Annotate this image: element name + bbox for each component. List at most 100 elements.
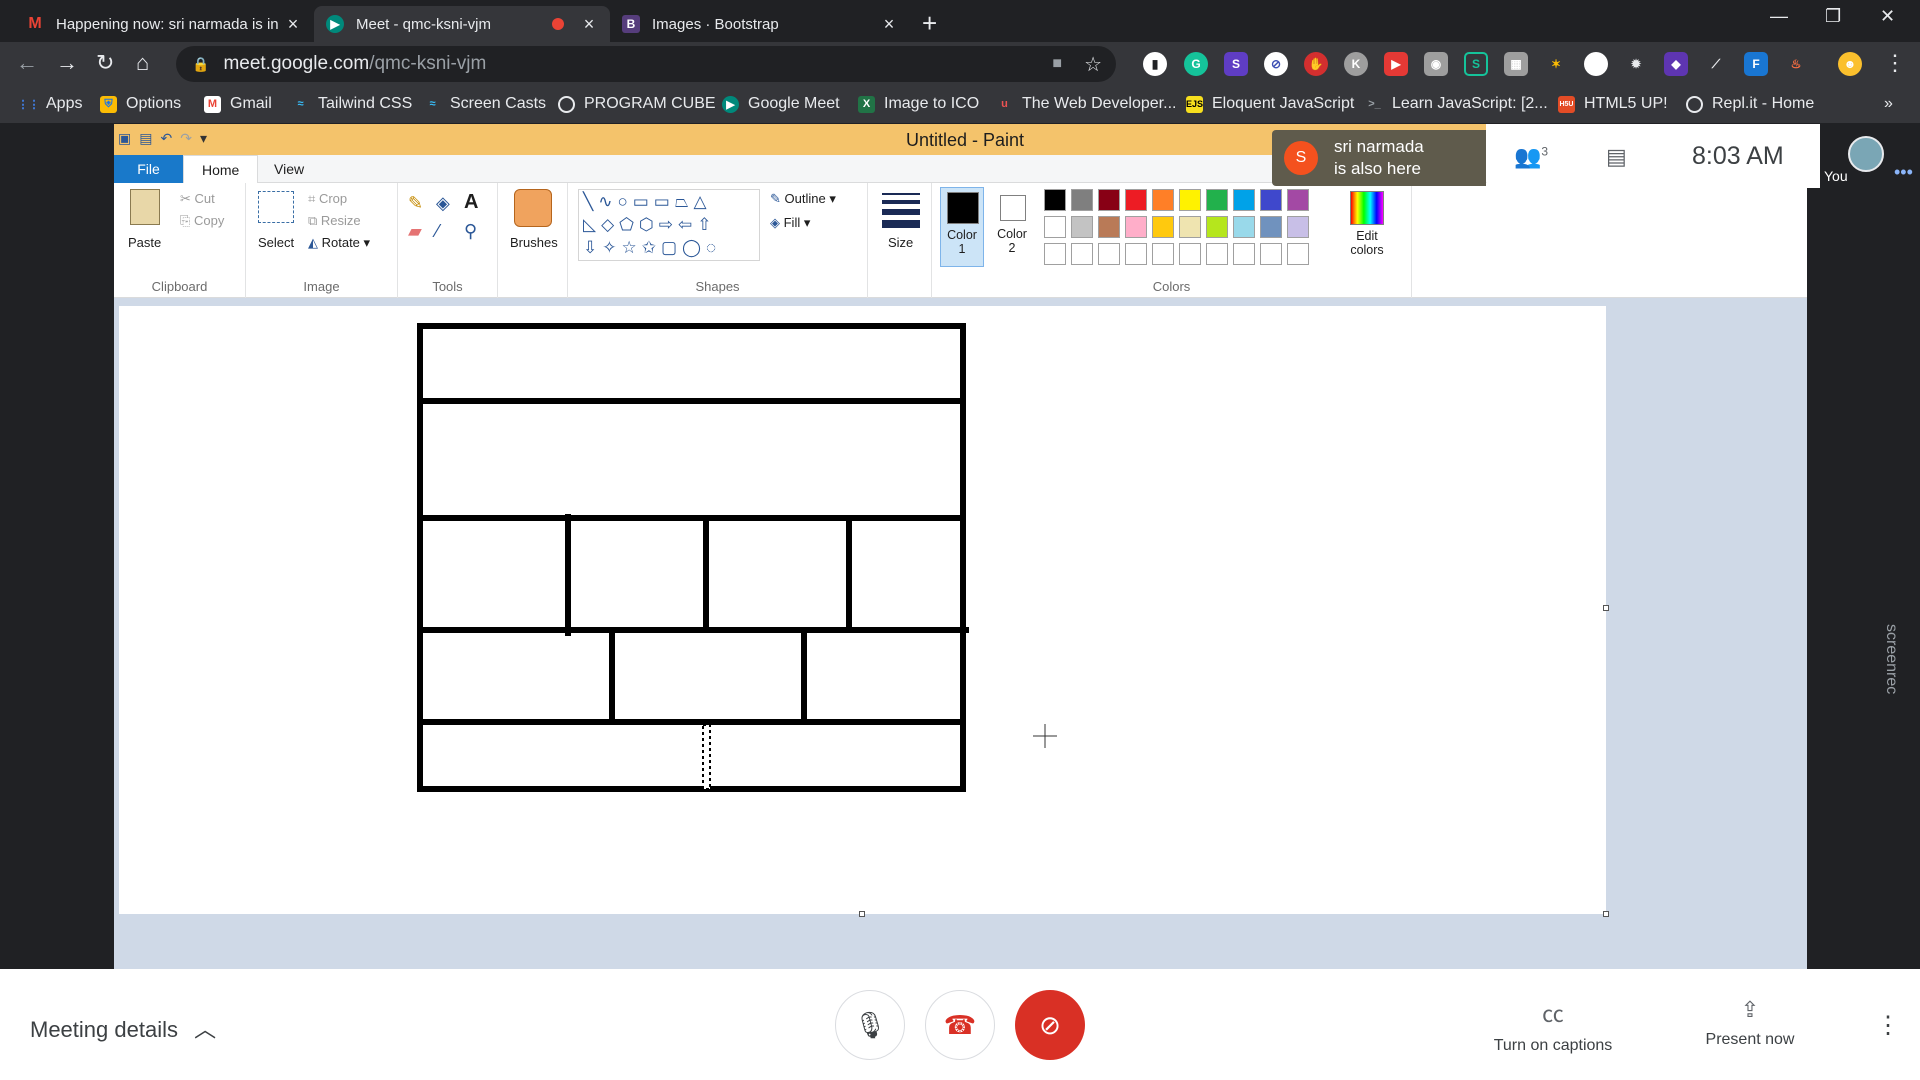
more-options-icon[interactable]: •••	[1894, 162, 1913, 183]
bookmark-gmail[interactable]: M Gmail	[204, 95, 272, 113]
custom-color-slot[interactable]	[1044, 243, 1066, 265]
color-picker-icon[interactable]: ⁄	[436, 221, 439, 242]
color-swatch[interactable]	[1125, 189, 1147, 211]
extension-icon[interactable]: ▶	[1384, 52, 1408, 76]
bookmark-learn-js[interactable]: >_ Learn JavaScript: [2...	[1366, 95, 1547, 113]
customize-qat-icon[interactable]: ▾	[200, 130, 207, 147]
chat-icon[interactable]: ▤	[1606, 144, 1627, 170]
bookmark-apps[interactable]: ⋮⋮ Apps	[18, 95, 83, 113]
custom-color-slot[interactable]	[1179, 243, 1201, 265]
adblock-icon[interactable]: ✋	[1304, 52, 1328, 76]
eraser-icon[interactable]: ▰	[408, 221, 422, 242]
extension-icon[interactable]: ▮	[1143, 52, 1167, 76]
select-button[interactable]: Select	[258, 235, 294, 250]
extension-icon[interactable]: ✶	[1544, 52, 1568, 76]
extension-icon[interactable]: ◆	[1664, 52, 1688, 76]
custom-color-slot[interactable]	[1287, 243, 1309, 265]
grammarly-icon[interactable]: G	[1184, 52, 1208, 76]
color-swatch[interactable]	[1098, 216, 1120, 238]
block-icon[interactable]: ⊘	[1264, 52, 1288, 76]
color-swatch[interactable]	[1206, 216, 1228, 238]
color-swatch[interactable]	[1287, 216, 1309, 238]
close-icon[interactable]: ×	[580, 14, 598, 35]
extension-icon[interactable]: S	[1464, 52, 1488, 76]
resize-handle-right[interactable]	[1603, 605, 1609, 611]
reload-icon[interactable]: ↻	[96, 50, 114, 76]
save-icon[interactable]: ▤	[139, 130, 152, 147]
extension-icon[interactable]: S	[1224, 52, 1248, 76]
custom-color-slot[interactable]	[1260, 243, 1282, 265]
edit-colors-button[interactable]: Edit colors	[1342, 187, 1392, 267]
color-swatch[interactable]	[1179, 216, 1201, 238]
copy-button[interactable]: ⎘ Copy	[180, 213, 224, 229]
close-icon[interactable]: ×	[284, 14, 302, 35]
tab-file[interactable]: File	[114, 155, 183, 183]
outline-button[interactable]: ✎ Outline ▾	[770, 191, 836, 207]
camera-off-button[interactable]: ⊘	[1015, 990, 1085, 1060]
color-swatch[interactable]	[1287, 189, 1309, 211]
cut-button[interactable]: ✂ Cut	[180, 191, 215, 207]
color-swatch[interactable]	[1071, 216, 1093, 238]
custom-color-slot[interactable]	[1125, 243, 1147, 265]
custom-color-slot[interactable]	[1071, 243, 1093, 265]
paste-icon[interactable]	[130, 189, 160, 225]
custom-color-slot[interactable]	[1233, 243, 1255, 265]
resize-button[interactable]: ⧉ Resize	[308, 213, 361, 229]
profile-avatar[interactable]: ☻	[1838, 52, 1862, 76]
bookmark-screencasts[interactable]: ≈ Screen Casts	[424, 95, 546, 113]
close-window-button[interactable]: ✕	[1880, 6, 1895, 27]
shapes-gallery[interactable]: ╲∿○▭▭⏢△ ◺◇⬠⬡⇨⇦⇧ ⇩✧☆✩▢◯◌	[578, 189, 760, 261]
fill-bucket-icon[interactable]: ◈	[436, 193, 450, 214]
extension-icon[interactable]	[1584, 52, 1608, 76]
camera-icon[interactable]: ■	[1052, 55, 1062, 73]
tab-meet[interactable]: ▶ Meet - qmc-ksni-vjm ×	[314, 6, 610, 42]
extension-icon[interactable]: ▦	[1504, 52, 1528, 76]
color1-button[interactable]: Color 1	[940, 187, 984, 267]
redo-icon[interactable]: ↷	[180, 130, 192, 147]
bookmark-replit[interactable]: Repl.it - Home	[1686, 95, 1814, 113]
color-swatch[interactable]	[1044, 189, 1066, 211]
crop-button[interactable]: ⌗ Crop	[308, 191, 347, 207]
brushes-group[interactable]: Brushes	[498, 183, 568, 298]
self-view-tile[interactable]: You •••	[1820, 124, 1920, 188]
color-swatch[interactable]	[1044, 216, 1066, 238]
color-swatch[interactable]	[1071, 189, 1093, 211]
fill-button[interactable]: ◈ Fill ▾	[770, 215, 810, 231]
restore-button[interactable]: ❐	[1825, 6, 1841, 27]
bookmark-program-cube[interactable]: PROGRAM CUBE	[558, 95, 716, 113]
bookmark-html5up[interactable]: H5U HTML5 UP!	[1558, 95, 1668, 113]
captions-button[interactable]: ㏄ Turn on captions	[1488, 997, 1618, 1055]
forward-icon[interactable]: →	[56, 50, 78, 76]
color-swatch[interactable]	[1098, 189, 1120, 211]
bookmark-tailwind[interactable]: ≈ Tailwind CSS	[292, 95, 412, 113]
leave-call-button[interactable]: ☎	[925, 990, 995, 1060]
magnifier-icon[interactable]: ⚲	[464, 221, 477, 242]
color-swatch[interactable]	[1260, 189, 1282, 211]
menu-kebab-icon[interactable]: ⋮	[1884, 50, 1906, 76]
new-tab-button[interactable]: +	[922, 8, 937, 39]
address-bar[interactable]: 🔒 meet.google.com/qmc-ksni-vjm ■ ☆	[176, 46, 1116, 82]
bookmark-eloquent-js[interactable]: EJS Eloquent JavaScript	[1186, 95, 1354, 113]
size-group[interactable]: Size	[868, 183, 932, 298]
color-swatch[interactable]	[1152, 189, 1174, 211]
more-options-icon[interactable]: ⋮	[1876, 1011, 1900, 1040]
bookmark-web-developer[interactable]: u The Web Developer...	[996, 95, 1176, 113]
resize-handle-bottom[interactable]	[859, 911, 865, 917]
undo-icon[interactable]: ↶	[160, 130, 172, 147]
extension-icon[interactable]: F	[1744, 52, 1768, 76]
bookmark-options[interactable]: ⛨ Options	[100, 95, 181, 113]
color-swatch[interactable]	[1179, 189, 1201, 211]
present-now-button[interactable]: ⇪ Present now	[1690, 997, 1810, 1049]
back-icon[interactable]: ←	[16, 50, 38, 76]
minimize-button[interactable]: —	[1770, 6, 1788, 27]
tab-bootstrap[interactable]: B Images · Bootstrap ×	[610, 6, 910, 42]
size-button[interactable]: Size	[888, 235, 913, 250]
custom-color-slot[interactable]	[1152, 243, 1174, 265]
text-tool-icon[interactable]: A	[464, 191, 478, 214]
color-swatch[interactable]	[1125, 216, 1147, 238]
tab-view[interactable]: View	[256, 155, 322, 183]
rotate-button[interactable]: ◭ Rotate ▾	[308, 235, 370, 251]
drawing-canvas[interactable]	[119, 306, 1606, 914]
paste-button[interactable]: Paste	[128, 235, 161, 250]
color-swatch[interactable]	[1260, 216, 1282, 238]
